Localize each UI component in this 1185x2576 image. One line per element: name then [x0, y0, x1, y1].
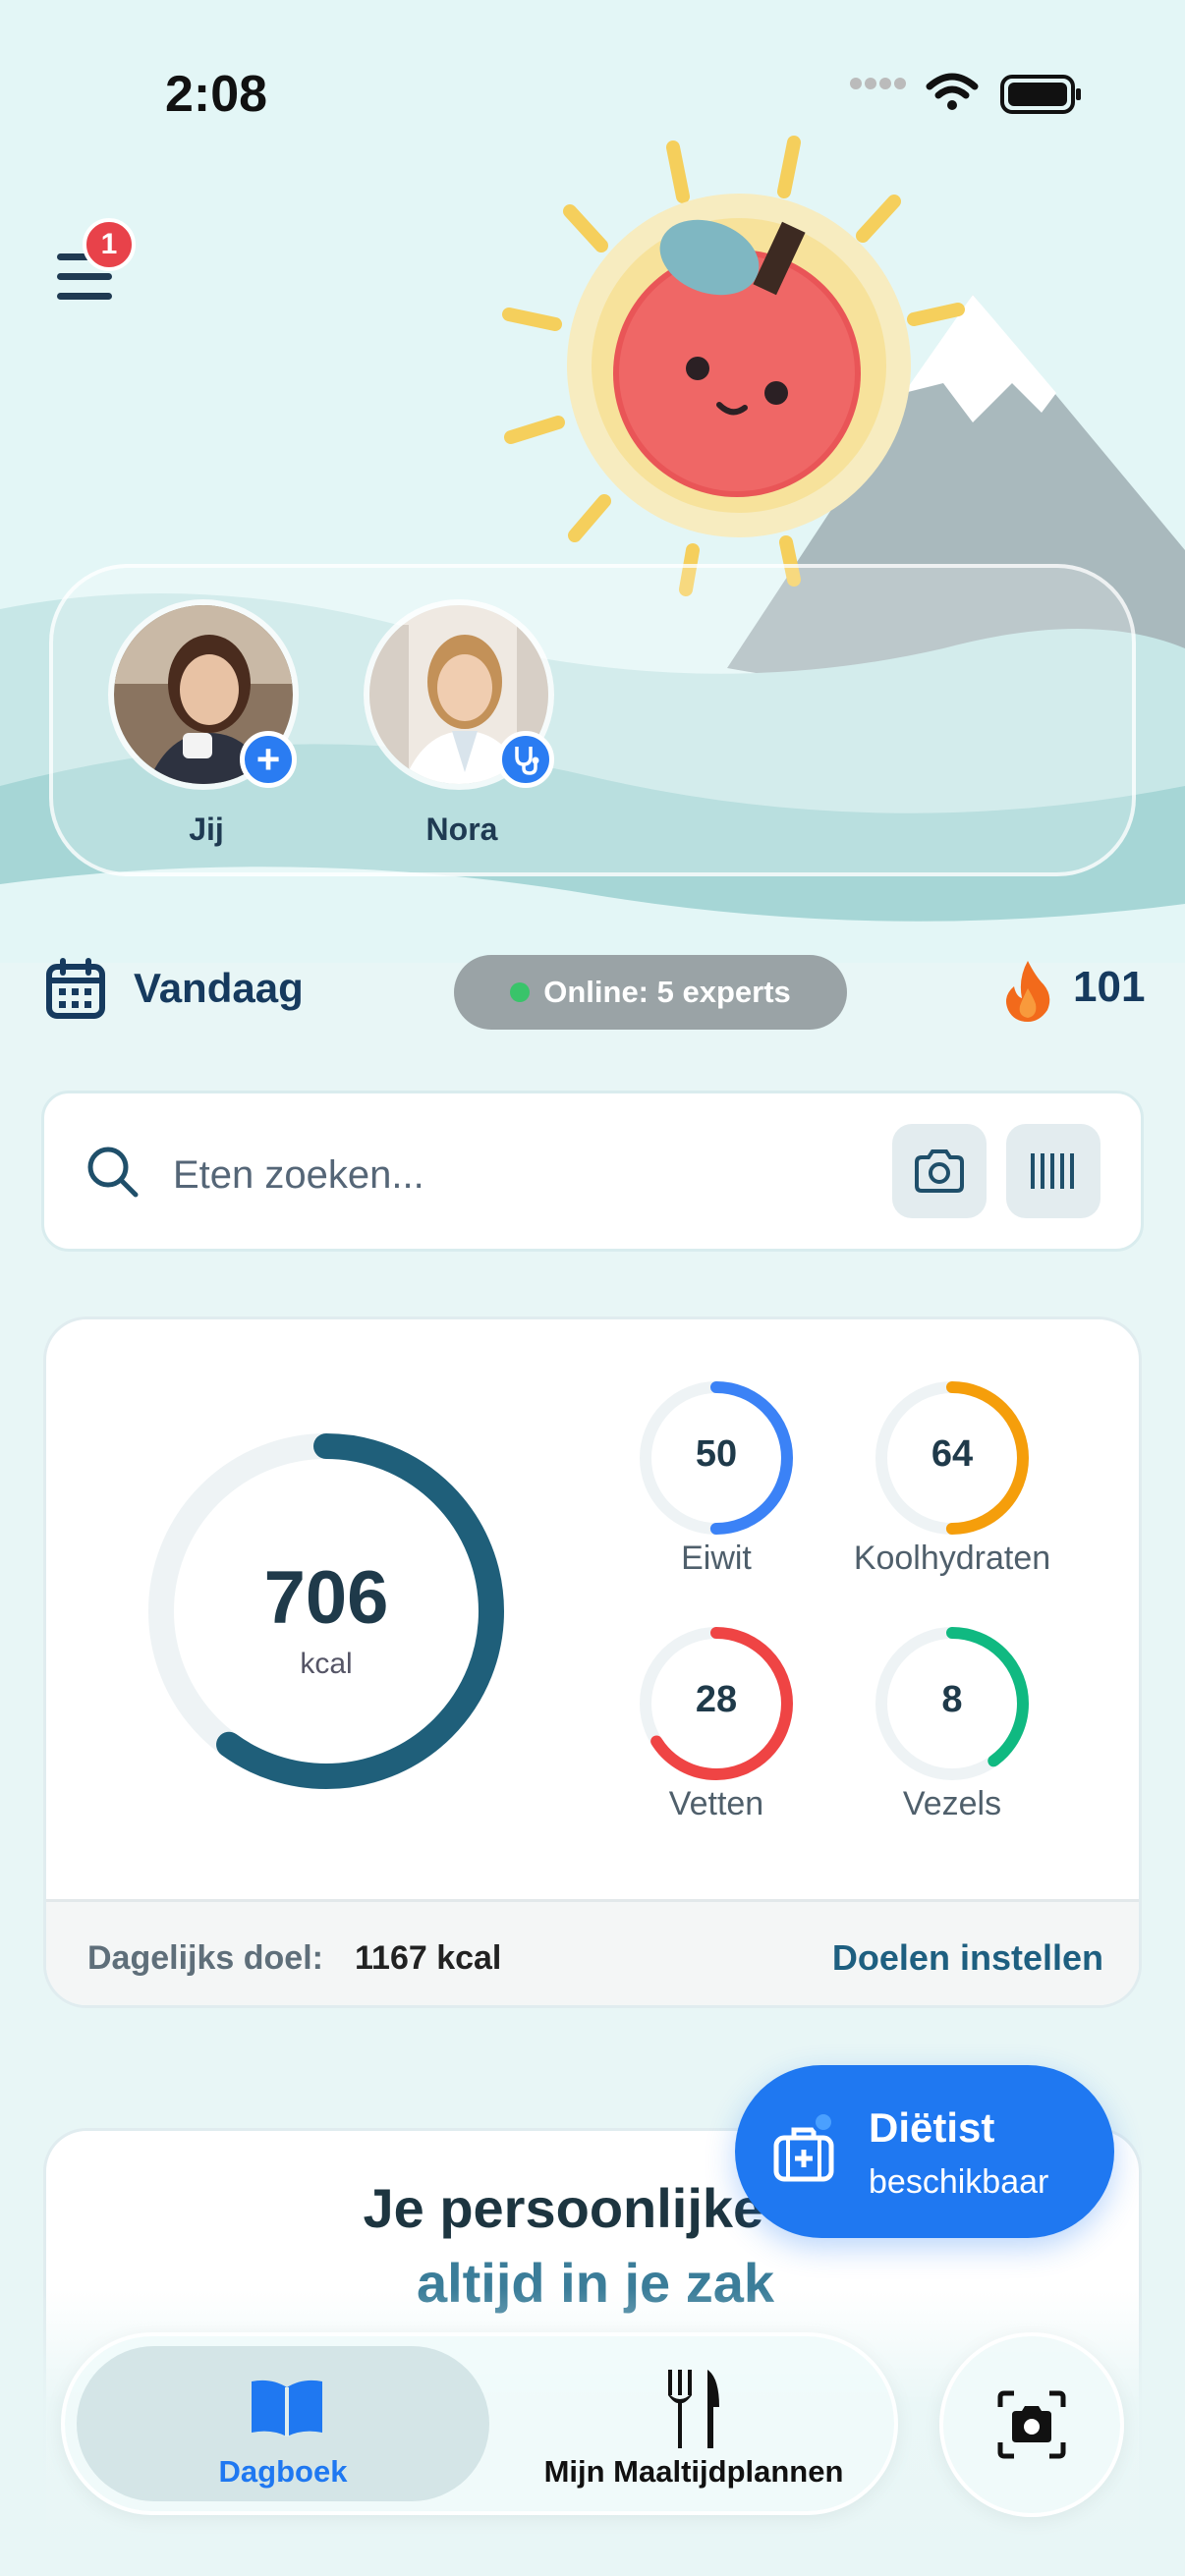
tab-meal-plans-label: Mijn Maaltijdplannen — [543, 2454, 844, 2489]
notification-badge: 1 — [83, 218, 136, 271]
set-goals-link[interactable]: Doelen instellen — [832, 1937, 1103, 1979]
macro-value: 28 — [695, 1679, 738, 1720]
macro-label: Vetten — [668, 1785, 764, 1822]
macro-label: Vezels — [902, 1785, 1002, 1822]
status-time: 2:08 — [165, 66, 268, 123]
tab-bar: Dagboek Mijn Maaltijdplannen — [61, 2332, 898, 2515]
goal-value: 1167 kcal — [355, 1939, 502, 1977]
macro-label: Eiwit — [681, 1540, 752, 1577]
wifi-icon — [926, 73, 979, 112]
streak-count: 101 — [1073, 963, 1146, 1011]
calendar-icon[interactable] — [43, 957, 108, 1022]
barcode-icon — [1031, 1153, 1074, 1189]
dietitian-available-button[interactable]: Diëtist beschikbaar — [735, 2065, 1114, 2238]
add-profile-button[interactable]: + — [240, 731, 297, 788]
macro-value: 64 — [931, 1433, 974, 1475]
tab-diary[interactable]: Dagboek — [77, 2346, 489, 2501]
profile-name-jij: Jij — [189, 812, 224, 847]
battery-icon — [1000, 75, 1083, 114]
photo-search-button[interactable] — [892, 1124, 987, 1218]
macro-2: 28 Vetten — [618, 1620, 815, 1836]
stethoscope-icon — [497, 731, 554, 788]
online-experts-label: Online: 5 experts — [543, 975, 791, 1009]
macro-3: 8 Vezels — [854, 1620, 1050, 1836]
search-icon — [85, 1144, 141, 1201]
goal-footer: Dagelijks doel: 1167 kcal Doelen instell… — [46, 1899, 1139, 2005]
flame-icon — [1000, 959, 1055, 1024]
nutrition-card: 706 kcal 50 Eiwit 64 Koolhydraten 28 Vetten 8 V… — [43, 1316, 1142, 2008]
signal-icon — [849, 77, 908, 90]
macro-1: 64 Koolhydraten — [854, 1374, 1050, 1591]
camera-scan-icon — [997, 2390, 1066, 2459]
tab-meal-plans[interactable]: Mijn Maaltijdplannen — [497, 2346, 890, 2501]
scan-meal-button[interactable] — [939, 2332, 1124, 2517]
barcode-scan-button[interactable] — [1006, 1124, 1100, 1218]
search-input[interactable]: Eten zoeken... — [173, 1153, 424, 1198]
calories-value: 706 — [263, 1556, 389, 1640]
camera-icon — [915, 1149, 964, 1193]
tab-diary-label: Dagboek — [218, 2454, 348, 2489]
profile-name-nora: Nora — [425, 812, 498, 847]
goal-label: Dagelijks doel: — [87, 1939, 323, 1977]
date-label[interactable]: Vandaag — [134, 965, 304, 1012]
online-dot-icon — [510, 982, 531, 1002]
macro-value: 50 — [695, 1433, 738, 1475]
online-experts-pill[interactable]: Online: 5 experts — [454, 955, 847, 1030]
macro-label: Koolhydraten — [853, 1540, 1051, 1577]
fab-subtitle: beschikbaar — [869, 2163, 1049, 2201]
availability-dot-icon — [812, 2110, 835, 2134]
calories-unit: kcal — [300, 1648, 353, 1680]
macro-value: 8 — [941, 1679, 963, 1720]
macro-0: 50 Eiwit — [618, 1374, 815, 1591]
fork-knife-icon — [668, 2370, 719, 2448]
fab-title: Diëtist — [869, 2104, 995, 2151]
book-icon — [252, 2380, 322, 2436]
